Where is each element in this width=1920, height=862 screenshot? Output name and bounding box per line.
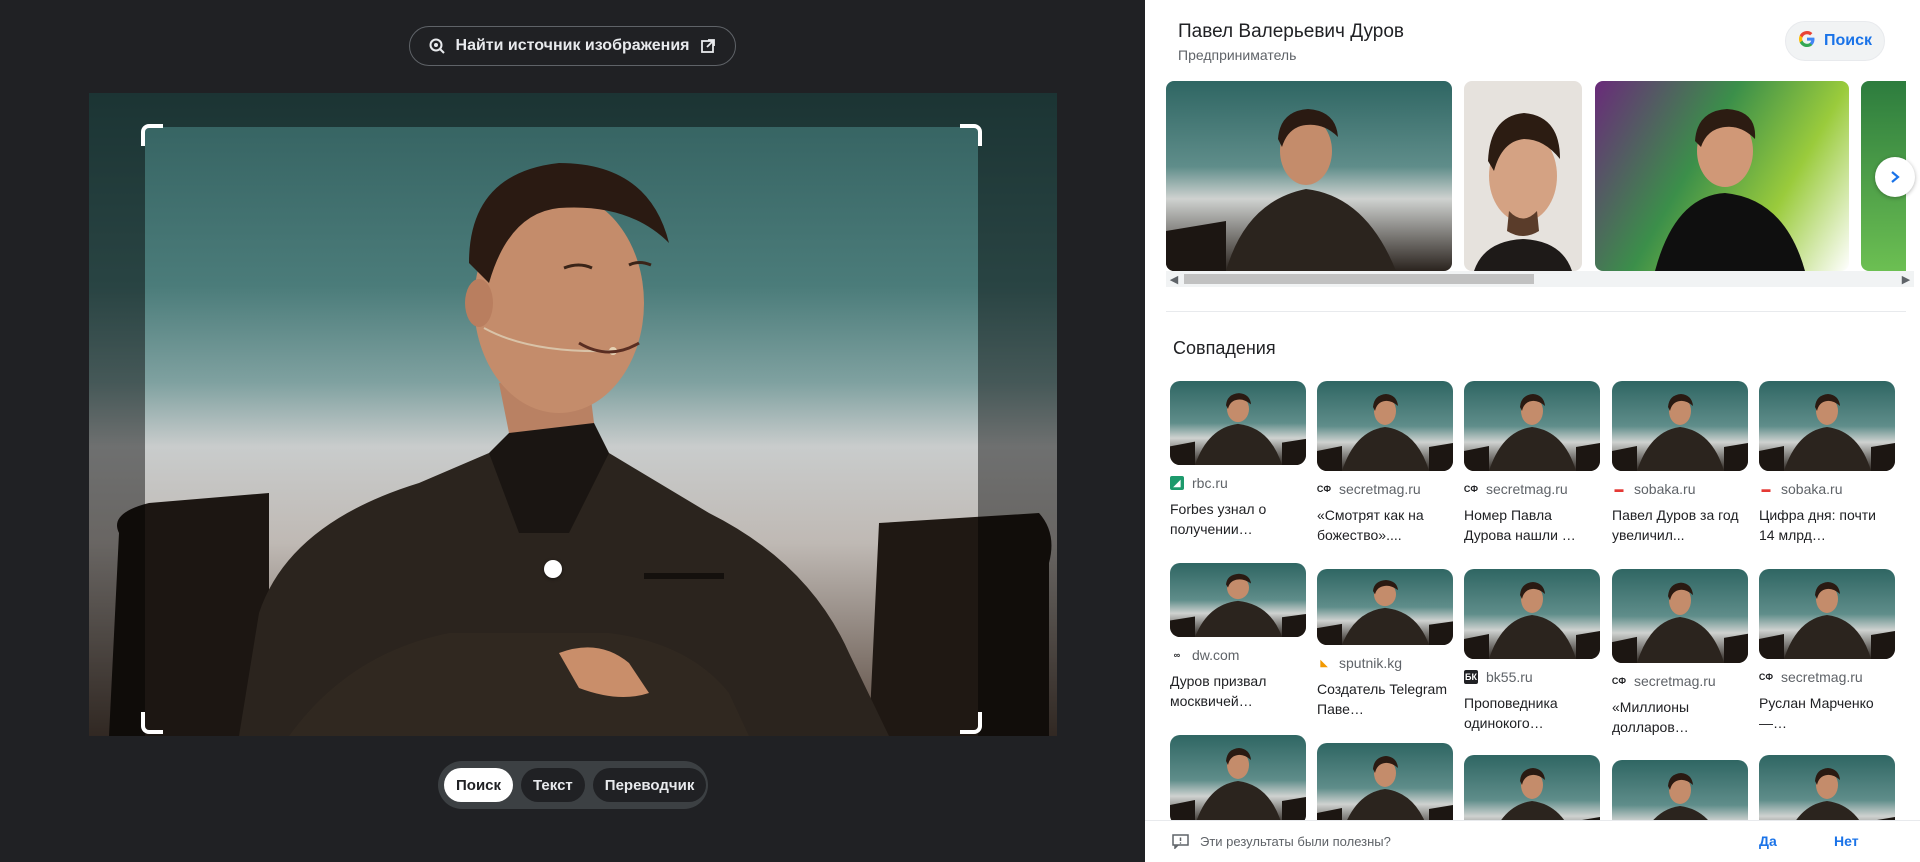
match-thumbnail[interactable] [1612,381,1748,471]
match-result[interactable]: СФ secretmag.ru «Смотрят как на божество»… [1317,381,1453,545]
match-result[interactable]: СФ secretmag.ru Руслан Марченко —… [1759,569,1895,733]
object-marker-dot[interactable] [544,560,562,578]
match-caption[interactable]: Дуров призвал москвичей… [1170,671,1306,711]
site-favicon-icon: СФ [1758,672,1774,682]
lens-image-pane: Найти источник изображения Поиск Текст П… [0,0,1145,862]
feedback-icon [1172,834,1189,849]
match-caption[interactable]: Проповедника одинокого… [1464,693,1600,733]
carousel-next-button[interactable] [1875,157,1915,197]
match-result[interactable]: ▬ sobaka.ru Павел Дуров за год увеличил..… [1612,381,1748,545]
match-caption[interactable]: «Смотрят как на божество».... [1317,505,1453,545]
site-favicon-icon: БК [1464,670,1478,684]
tab-translate[interactable]: Переводчик [592,768,707,802]
match-source: bk55.ru [1486,669,1533,685]
match-thumbnail[interactable] [1170,381,1306,465]
carousel-scrollbar[interactable]: ◀ ▶ [1166,271,1914,287]
results-pane: Павел Валерьевич Дуров Предприниматель П… [1145,0,1920,862]
match-result[interactable]: ◣ sputnik.kg Создатель Telegram Паве… [1317,569,1453,719]
match-caption[interactable]: Forbes узнал о получении… [1170,499,1306,539]
match-source: sobaka.ru [1634,481,1696,497]
match-source: rbc.ru [1192,475,1228,491]
feedback-bar: Эти результаты были полезны? Да Нет [1145,820,1920,862]
match-caption[interactable]: Создатель Telegram Паве… [1317,679,1453,719]
site-favicon-icon: СФ [1463,484,1479,494]
match-thumbnail[interactable] [1759,569,1895,659]
match-thumbnail[interactable] [1612,569,1748,663]
tab-search[interactable]: Поиск [444,768,514,802]
match-result[interactable] [1170,735,1306,825]
match-thumbnail[interactable] [1170,735,1306,825]
crop-handle-top-left[interactable] [141,124,163,146]
google-search-label: Поиск [1823,32,1872,49]
site-favicon-icon: ◣ [1320,657,1328,668]
match-result[interactable]: СФ secretmag.ru «Миллионы долларов… [1612,569,1748,737]
open-in-new-icon [699,37,717,55]
match-thumbnail[interactable] [1317,569,1453,645]
chevron-right-icon [1891,171,1900,183]
speaker-photo [109,163,1052,736]
entity-title[interactable]: Павел Валерьевич Дуров [1178,21,1404,43]
match-caption[interactable]: «Миллионы долларов… [1612,697,1748,737]
entity-image-carousel [1166,81,1906,271]
site-favicon-icon: СФ [1316,484,1332,494]
site-favicon-icon: ▬ [1614,484,1624,494]
match-thumbnail[interactable] [1759,381,1895,471]
crop-handle-bottom-left[interactable] [141,712,163,734]
find-image-source-button[interactable]: Найти источник изображения [409,26,736,66]
site-favicon-icon: ▬ [1761,484,1771,494]
query-image[interactable] [89,93,1057,736]
scroll-thumb[interactable] [1184,274,1534,284]
lens-mode-tabs: Поиск Текст Переводчик [438,761,708,809]
match-result[interactable]: БК bk55.ru Проповедника одинокого… [1464,569,1600,733]
feedback-yes-button[interactable]: Да [1759,833,1777,849]
scroll-left-arrow-icon[interactable]: ◀ [1166,271,1182,287]
entity-subtitle: Предприниматель [1178,47,1297,63]
match-source: secretmag.ru [1781,669,1863,685]
google-g-icon [1798,30,1816,53]
site-favicon-icon: СФ [1611,676,1627,686]
match-result[interactable]: ▬ sobaka.ru Цифра дня: почти 14 млрд… [1759,381,1895,545]
match-caption[interactable]: Павел Дуров за год увеличил... [1612,505,1748,545]
match-source: dw.com [1192,647,1240,663]
carousel-image[interactable] [1595,81,1849,271]
match-caption[interactable]: Номер Павла Дурова нашли … [1464,505,1600,545]
feedback-question: Эти результаты были полезны? [1200,834,1391,849]
scroll-right-arrow-icon[interactable]: ▶ [1898,271,1914,287]
carousel-image[interactable] [1166,81,1452,271]
match-source: sobaka.ru [1781,481,1843,497]
match-thumbnail[interactable] [1464,569,1600,659]
match-caption[interactable]: Цифра дня: почти 14 млрд… [1759,505,1895,545]
match-source: secretmag.ru [1486,481,1568,497]
section-divider [1166,311,1906,312]
match-thumbnail[interactable] [1464,381,1600,471]
tab-text[interactable]: Текст [521,768,585,802]
crop-handle-top-right[interactable] [960,124,982,146]
match-caption[interactable]: Руслан Марченко —… [1759,693,1895,733]
match-source: sputnik.kg [1339,655,1403,671]
match-result[interactable]: ∞ dw.com Дуров призвал москвичей… [1170,563,1306,711]
find-source-label: Найти источник изображения [455,37,690,54]
match-result[interactable]: ◢ rbc.ru Forbes узнал о получении… [1170,381,1306,539]
match-thumbnail[interactable] [1170,563,1306,637]
google-search-button[interactable]: Поиск [1785,21,1885,61]
match-source: secretmag.ru [1339,481,1421,497]
match-thumbnail[interactable] [1317,381,1453,471]
lens-search-icon [428,37,446,55]
feedback-no-button[interactable]: Нет [1834,833,1859,849]
site-favicon-icon: ∞ [1173,650,1181,660]
site-favicon-icon: ◢ [1170,476,1184,490]
matches-heading: Совпадения [1173,338,1276,358]
crop-handle-bottom-right[interactable] [960,712,982,734]
match-source: secretmag.ru [1634,673,1716,689]
carousel-image[interactable] [1464,81,1582,271]
match-result[interactable]: СФ secretmag.ru Номер Павла Дурова нашли … [1464,381,1600,545]
